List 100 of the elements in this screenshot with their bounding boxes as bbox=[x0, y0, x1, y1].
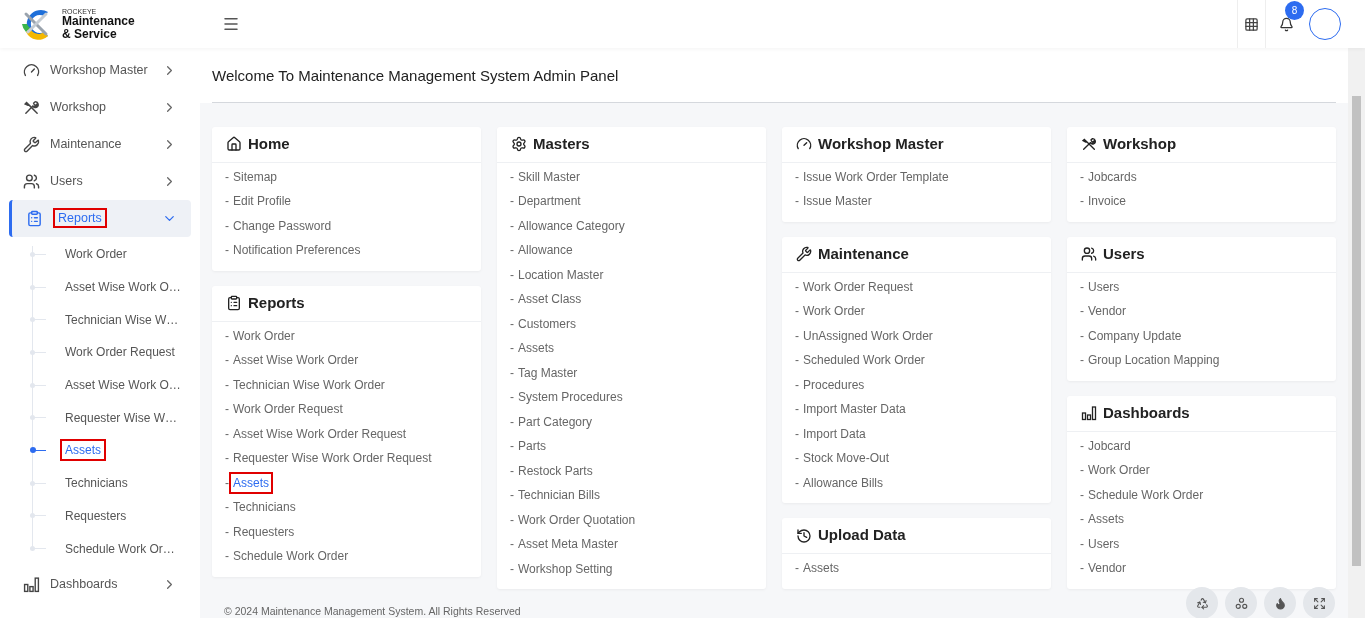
dash-mark: - bbox=[225, 474, 229, 492]
wrench-icon bbox=[796, 246, 812, 262]
dash-mark: - bbox=[225, 193, 229, 211]
card-link[interactable]: Work Order Request bbox=[799, 275, 917, 298]
card-link[interactable]: Users bbox=[1084, 532, 1124, 555]
card-link[interactable]: Work Order Request bbox=[229, 398, 347, 421]
dash-mark: - bbox=[1080, 168, 1084, 186]
card-title: Workshop bbox=[1103, 133, 1177, 154]
dash-mark: - bbox=[510, 536, 514, 554]
sidebar-item[interactable]: Workshop Master bbox=[9, 52, 191, 89]
card-link[interactable]: Part Category bbox=[514, 410, 597, 433]
card-title: Reports bbox=[248, 292, 305, 313]
card-link[interactable]: Issue Work Order Template bbox=[799, 165, 953, 188]
sidebar-subitem[interactable]: Requester Wise W… bbox=[60, 406, 183, 429]
card-link[interactable]: Assets bbox=[229, 471, 273, 494]
card-link[interactable]: Import Data bbox=[799, 422, 870, 445]
gauge-icon bbox=[796, 136, 812, 152]
card-link[interactable]: Department bbox=[514, 190, 585, 213]
card-link[interactable]: Location Master bbox=[514, 263, 608, 286]
card-link[interactable]: Allowance bbox=[514, 239, 577, 262]
card-link[interactable]: Jobcard bbox=[1084, 434, 1135, 457]
dash-mark: - bbox=[225, 425, 229, 443]
sidebar-item[interactable]: Workshop bbox=[9, 89, 191, 126]
card-link[interactable]: Schedule Work Order bbox=[1084, 483, 1208, 506]
card-link[interactable]: Import Master Data bbox=[799, 398, 910, 421]
card-link[interactable]: Company Update bbox=[1084, 324, 1186, 347]
card-link[interactable]: Asset Class bbox=[514, 288, 586, 311]
sidebar-item[interactable]: Dashboards bbox=[9, 565, 191, 603]
card-link[interactable]: Allowance Category bbox=[514, 214, 629, 237]
card-link[interactable]: Assets bbox=[1084, 508, 1128, 531]
sidebar-subitem[interactable]: Assets bbox=[60, 439, 106, 462]
sidebar-item[interactable]: Reports bbox=[9, 200, 191, 237]
card-link[interactable]: Procedures bbox=[799, 373, 869, 396]
card-link[interactable]: Assets bbox=[799, 557, 843, 580]
card-link[interactable]: Technicians bbox=[229, 496, 300, 519]
menu-button[interactable] bbox=[222, 15, 240, 33]
notifications-button[interactable]: 8 bbox=[1266, 0, 1306, 48]
sidebar-subitem[interactable]: Technician Wise W… bbox=[60, 308, 184, 331]
card-link[interactable]: Technician Bills bbox=[514, 484, 605, 507]
card-link[interactable]: Asset Meta Master bbox=[514, 533, 623, 556]
card-link[interactable]: Issue Master bbox=[799, 190, 876, 213]
card-link[interactable]: Group Location Mapping bbox=[1084, 349, 1224, 372]
dash-mark: - bbox=[795, 474, 799, 492]
dash-mark: - bbox=[225, 168, 229, 186]
card-link[interactable]: Restock Parts bbox=[514, 459, 597, 482]
card-link[interactable]: Sitemap bbox=[229, 165, 282, 188]
sidebar-subitem[interactable]: Work Order Request bbox=[60, 341, 180, 364]
card-link[interactable]: Change Password bbox=[229, 214, 336, 237]
card-link[interactable]: Requester Wise Work Order Request bbox=[229, 447, 436, 470]
card-link[interactable]: Work Order bbox=[799, 300, 869, 323]
clipboard-icon bbox=[26, 210, 43, 227]
sidebar-item[interactable]: Users bbox=[9, 163, 191, 200]
card-link[interactable]: UnAssigned Work Order bbox=[799, 324, 937, 347]
card-link[interactable]: Notification Preferences bbox=[229, 239, 365, 262]
dash-mark: - bbox=[225, 327, 229, 345]
sidebar-label: Workshop Master bbox=[50, 62, 149, 80]
card-link[interactable]: Jobcards bbox=[1084, 165, 1141, 188]
circles-icon bbox=[1234, 596, 1248, 610]
card-link[interactable]: Users bbox=[1084, 275, 1124, 298]
sidebar-subitem[interactable]: Requesters bbox=[60, 504, 132, 527]
card-link[interactable]: Stock Move-Out bbox=[799, 447, 894, 470]
clock-icon bbox=[796, 527, 812, 544]
card-link[interactable]: Edit Profile bbox=[229, 190, 296, 213]
card-link[interactable]: Parts bbox=[514, 435, 550, 458]
avatar[interactable] bbox=[1309, 8, 1341, 40]
card-link[interactable]: System Procedures bbox=[514, 386, 627, 409]
users-icon bbox=[23, 173, 40, 190]
card-link[interactable]: Schedule Work Order bbox=[229, 545, 353, 568]
card-link[interactable]: Tag Master bbox=[514, 361, 582, 384]
card-link[interactable]: Requesters bbox=[229, 520, 299, 543]
card-link[interactable]: Asset Wise Work Order bbox=[229, 349, 363, 372]
card-link[interactable]: Work Order bbox=[1084, 459, 1154, 482]
dash-mark: - bbox=[225, 401, 229, 419]
card-title: Upload Data bbox=[818, 525, 906, 546]
bell-icon bbox=[1278, 16, 1294, 32]
card-link[interactable]: Technician Wise Work Order bbox=[229, 373, 389, 396]
card-link[interactable]: Allowance Bills bbox=[799, 471, 888, 494]
dash-mark: - bbox=[510, 438, 514, 456]
sidebar-item[interactable]: Maintenance bbox=[9, 126, 191, 163]
card-title: Maintenance bbox=[818, 243, 909, 264]
card-link[interactable]: Workshop Setting bbox=[514, 557, 617, 580]
card-link[interactable]: Asset Wise Work Order Request bbox=[229, 422, 411, 445]
card-link[interactable]: Work Order bbox=[229, 324, 299, 347]
card-link[interactable]: Vendor bbox=[1084, 557, 1131, 580]
card-link[interactable]: Assets bbox=[514, 337, 558, 360]
footer-text: © 2024 Maintenance Management System. All Rights Reserved bbox=[224, 605, 521, 618]
sidebar-subitem[interactable]: Asset Wise Work O… bbox=[60, 276, 186, 299]
card-link[interactable]: Invoice bbox=[1084, 190, 1131, 213]
sidebar-subitem[interactable]: Asset Wise Work O… bbox=[60, 374, 186, 397]
sidebar-subitem[interactable]: Technicians bbox=[60, 472, 133, 495]
card-link[interactable]: Customers bbox=[514, 312, 580, 335]
card-link[interactable]: Skill Master bbox=[514, 165, 584, 188]
card-link[interactable]: Scheduled Work Order bbox=[799, 349, 929, 372]
dash-mark: - bbox=[795, 450, 799, 468]
card-link[interactable]: Vendor bbox=[1084, 300, 1131, 323]
card-link[interactable]: Work Order Quotation bbox=[514, 508, 640, 531]
crossed-tools-icon bbox=[1081, 136, 1097, 152]
sidebar-subitem[interactable]: Work Order bbox=[60, 243, 132, 266]
scrollbar[interactable] bbox=[1348, 48, 1365, 618]
sidebar-subitem[interactable]: Schedule Work Or… bbox=[60, 537, 180, 560]
